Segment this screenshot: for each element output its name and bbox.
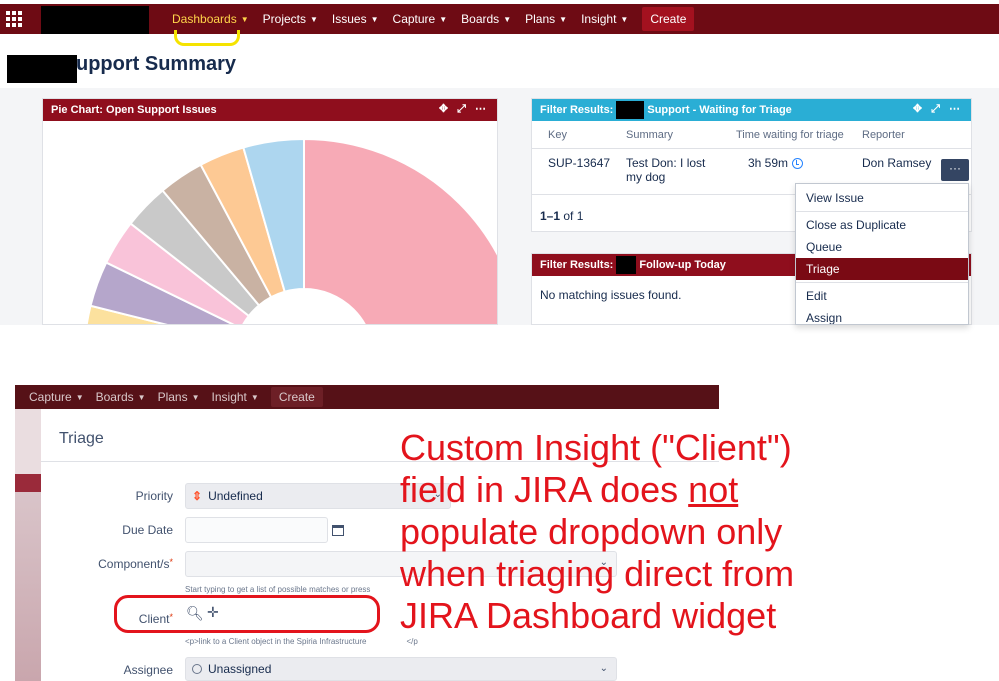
redacted-filter-name bbox=[616, 256, 637, 274]
nav-dashboards[interactable]: Dashboards ▼ bbox=[172, 12, 249, 26]
nav-plans[interactable]: Plans ▼ bbox=[158, 390, 200, 404]
client-hint: <p>link to a Client object in the Spiria… bbox=[185, 637, 418, 646]
top-navigation-bar: Dashboards ▼ Projects ▼ Issues ▼ Capture ▼ B… bbox=[0, 4, 999, 34]
nav-projects[interactable]: Projects ▼ bbox=[263, 12, 318, 26]
column-header-summary[interactable]: Summary bbox=[626, 129, 736, 141]
menu-divider bbox=[796, 282, 968, 283]
chevron-down-icon: ▼ bbox=[559, 14, 568, 24]
menu-divider bbox=[796, 211, 968, 212]
nav-insight[interactable]: Insight ▼ bbox=[212, 390, 259, 404]
component-hint: Start typing to get a list of possible m… bbox=[185, 585, 371, 594]
dialog-title: Triage bbox=[59, 430, 104, 447]
menu-item-queue[interactable]: Queue bbox=[796, 236, 968, 258]
chevron-down-icon: ▼ bbox=[439, 14, 448, 24]
chevron-down-icon: ▼ bbox=[250, 392, 259, 402]
menu-item-triage[interactable]: Triage bbox=[796, 258, 968, 280]
gadget-title-suffix: Support - Waiting for Triage bbox=[647, 104, 792, 116]
column-header-reporter[interactable]: Reporter bbox=[862, 129, 952, 141]
annotation-text: Custom Insight ("Client") field in JIRA … bbox=[400, 427, 795, 636]
column-header-time-waiting[interactable]: Time waiting for triage bbox=[736, 129, 862, 141]
page-title: upport Summary bbox=[76, 53, 237, 75]
gadget-tools-icons[interactable]: ✥ ⤢ ⋯ bbox=[439, 102, 489, 116]
app-switcher-icon[interactable] bbox=[6, 11, 22, 27]
donut-chart bbox=[85, 137, 498, 325]
create-button[interactable]: Create bbox=[642, 7, 695, 31]
nav-capture[interactable]: Capture ▼ bbox=[393, 12, 448, 26]
donut-slice[interactable] bbox=[303, 137, 498, 325]
nav-plans[interactable]: Plans ▼ bbox=[525, 12, 567, 26]
menu-item-view-issue[interactable]: View Issue bbox=[796, 187, 968, 209]
assignee-label: Assignee bbox=[123, 663, 173, 677]
chevron-down-icon: ▼ bbox=[240, 14, 249, 24]
chevron-down-icon: ▼ bbox=[370, 14, 379, 24]
gadget-title-prefix: Filter Results: bbox=[540, 104, 614, 116]
menu-item-assign[interactable]: Assign bbox=[796, 307, 968, 324]
chevron-down-icon: ▼ bbox=[620, 14, 629, 24]
assignee-select[interactable]: Unassigned ⌄ bbox=[185, 657, 617, 681]
gadget-title-prefix: Filter Results: bbox=[540, 259, 614, 271]
nav-boards[interactable]: Boards ▼ bbox=[96, 390, 146, 404]
chevron-down-icon: ▼ bbox=[503, 14, 512, 24]
redacted-filter-name bbox=[616, 101, 645, 119]
issue-actions-button[interactable]: ··· bbox=[941, 159, 969, 181]
gadget-header: Filter Results: Support - Waiting for Tr… bbox=[532, 99, 971, 121]
chevron-down-icon: ⌄ bbox=[599, 663, 608, 674]
nav-insight[interactable]: Insight ▼ bbox=[581, 12, 628, 26]
create-button[interactable]: Create bbox=[270, 387, 323, 407]
due-date-input[interactable] bbox=[185, 517, 328, 543]
chevron-down-icon: ▼ bbox=[310, 14, 318, 24]
secondary-navigation-bar: Capture ▼ Boards ▼ Plans ▼ Insight ▼ Create bbox=[15, 385, 719, 409]
chevron-down-icon: ▼ bbox=[75, 392, 84, 402]
table-header: Key Summary Time waiting for triage Repo… bbox=[532, 121, 971, 149]
component-label: Component/s* bbox=[98, 557, 173, 571]
gadget-title-suffix: Follow-up Today bbox=[639, 259, 726, 271]
nav-issues[interactable]: Issues ▼ bbox=[332, 12, 379, 26]
calendar-icon[interactable] bbox=[332, 525, 344, 536]
priority-label: Priority bbox=[135, 489, 173, 503]
chevron-down-icon: ▼ bbox=[191, 392, 200, 402]
column-header-key[interactable]: Key bbox=[532, 129, 626, 141]
nav-capture[interactable]: Capture ▼ bbox=[29, 390, 84, 404]
gadget-title: Pie Chart: Open Support Issues bbox=[51, 104, 217, 116]
priority-icon: ⇕ bbox=[192, 489, 203, 503]
redacted-title-prefix bbox=[7, 55, 77, 83]
background-page-strip bbox=[15, 409, 41, 681]
pie-chart-gadget: Pie Chart: Open Support Issues ✥ ⤢ ⋯ bbox=[42, 98, 498, 325]
gadget-header: Pie Chart: Open Support Issues ✥ ⤢ ⋯ bbox=[43, 99, 497, 121]
menu-item-edit[interactable]: Edit bbox=[796, 285, 968, 307]
chevron-down-icon: ▼ bbox=[137, 392, 146, 402]
issue-key-link[interactable]: SUP-13647 bbox=[532, 156, 626, 194]
issue-actions-menu: View Issue Close as Duplicate Queue Tria… bbox=[795, 183, 969, 325]
menu-item-close-as-duplicate[interactable]: Close as Duplicate bbox=[796, 214, 968, 236]
issue-summary-link[interactable]: Test Don: I lost my dog bbox=[626, 156, 736, 194]
user-avatar-icon bbox=[192, 664, 202, 674]
highlight-underline bbox=[174, 30, 240, 46]
clock-icon bbox=[792, 158, 804, 170]
due-date-label: Due Date bbox=[122, 523, 173, 537]
redacted-logo bbox=[41, 6, 149, 34]
gadget-tools-icons[interactable]: ✥ ⤢ ⋯ bbox=[913, 102, 963, 116]
nav-boards[interactable]: Boards ▼ bbox=[461, 12, 511, 26]
annotation-highlight-oval bbox=[114, 595, 380, 633]
